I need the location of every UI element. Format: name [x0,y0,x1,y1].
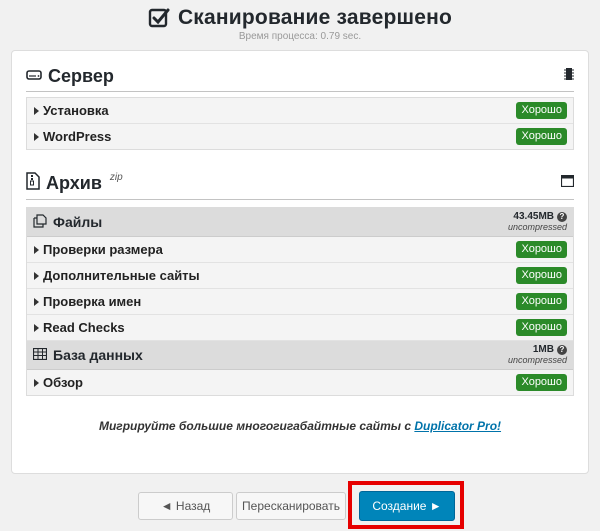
list-item[interactable]: Read Checks Хорошо [27,315,573,341]
checkbox-checked-icon [148,7,170,29]
files-group-title: Файлы [53,214,103,230]
database-group-header: База данных 1MB? uncompressed [27,341,573,370]
archive-section-header[interactable]: Архив zip [26,167,575,200]
status-badge: Хорошо [516,293,567,310]
file-archive-icon [26,171,40,195]
archive-format: zip [109,171,123,183]
database-size-note: uncompressed [507,355,567,365]
list-item[interactable]: WordPress Хорошо [27,124,573,149]
server-icon [26,66,42,87]
files-size-note: uncompressed [507,222,567,232]
caret-right-icon [34,297,39,306]
status-badge: Хорошо [516,374,567,391]
database-table-icon [32,347,48,363]
database-group-title: База данных [53,347,143,363]
caret-right-icon [34,245,39,254]
window-icon[interactable] [560,174,575,192]
help-circle-icon[interactable]: ? [557,344,567,355]
page-title: Сканирование завершено [177,6,453,29]
help-circle-icon[interactable]: ? [557,211,567,222]
status-badge: Хорошо [516,267,567,284]
caret-right-icon [34,132,39,141]
status-badge: Хорошо [516,128,567,145]
files-icon [33,213,47,231]
back-button[interactable]: ◄ Назад [138,492,233,520]
list-item[interactable]: Установка Хорошо [27,98,573,124]
list-item[interactable]: Дополнительные сайты Хорошо [27,263,573,289]
status-badge: Хорошо [516,241,567,258]
caret-right-icon [34,106,39,115]
files-size: 43.45MB [513,211,554,222]
archive-checks: Файлы 43.45MB? uncompressed Проверки раз… [26,207,574,396]
highlight-box [348,481,464,529]
list-item[interactable]: Обзор Хорошо [27,370,573,395]
list-item[interactable]: Проверка имен Хорошо [27,289,573,315]
server-checks: Установка Хорошо WordPress Хорошо [26,97,574,150]
server-section-header[interactable]: Сервер [26,61,574,92]
list-item[interactable]: Проверки размера Хорошо [27,237,573,263]
status-badge: Хорошо [516,319,567,336]
caret-right-icon [34,323,39,332]
server-section-title: Сервер [48,65,114,86]
status-badge: Хорошо [516,102,567,119]
caret-right-icon [34,378,39,387]
microchip-icon[interactable] [564,67,574,86]
header: Сканирование завершено Время процесса: 0… [0,0,600,42]
duplicator-pro-link[interactable]: Duplicator Pro! [414,419,501,433]
files-group-header: Файлы 43.45MB? uncompressed [27,208,573,237]
promo-message: Мигрируйте большие многогигабайтные сайт… [98,419,502,433]
database-size: 1MB [532,344,554,355]
process-time: Время процесса: 0.79 sec. [238,31,362,42]
archive-section-title: Архив [46,172,102,193]
footer-actions: ◄ Назад Пересканировать Создание ► [0,490,600,526]
caret-right-icon [34,271,39,280]
scan-results-panel: Сервер Установка Хорошо WordPress Хорошо [11,50,589,474]
rescan-button[interactable]: Пересканировать [236,492,346,520]
